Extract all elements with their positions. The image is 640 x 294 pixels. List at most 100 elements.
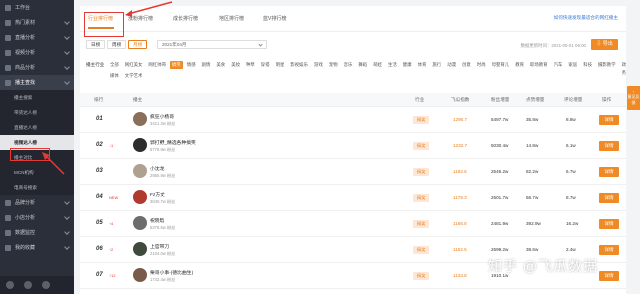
avatar[interactable] — [133, 242, 147, 256]
sidebar-item-extra-0[interactable]: 品牌分析 — [0, 195, 74, 210]
sidebar-item-3[interactable]: 视频分析 — [0, 45, 74, 60]
filter-chip[interactable]: 动漫 — [445, 61, 458, 69]
comments-inc-value: 6.7w — [566, 169, 576, 174]
date-select[interactable]: 2021年04月 — [157, 40, 267, 49]
feedback-tab[interactable]: ‹ 意见反馈 — [627, 86, 640, 110]
tab-industry-ranking[interactable]: 行业排行榜 — [88, 15, 113, 22]
filter-chip[interactable]: 健康 — [401, 61, 414, 69]
filter-chip[interactable]: 家居 — [566, 61, 579, 69]
col-likes-inc[interactable]: 点赞增量 — [526, 97, 544, 103]
detail-button[interactable]: 详情 — [599, 219, 619, 229]
filter-chip[interactable]: 摄影教学 — [596, 61, 618, 69]
filter-chip[interactable]: 美食 — [214, 61, 227, 69]
filter-chip[interactable]: 文学艺术 — [123, 72, 145, 80]
sidebar-item-0[interactable]: 工作台 — [0, 0, 74, 15]
sidebar-highlight-box — [10, 148, 50, 161]
sidebar-subitem-0[interactable]: 播主搜索 — [0, 90, 74, 105]
filter-chip[interactable]: 职场教育 — [528, 61, 550, 69]
fans-inc-value: 2699.2w — [491, 247, 509, 252]
avatar[interactable] — [133, 112, 147, 126]
filter-chip[interactable]: 生活 — [386, 61, 399, 69]
sidebar-item-label: 我的收藏 — [15, 245, 36, 251]
sidebar-item-2[interactable]: 直播分析 — [0, 30, 74, 45]
filter-chip[interactable]: 明星 — [274, 61, 287, 69]
user-icon[interactable] — [42, 281, 50, 289]
tab-blue-v-ranking[interactable]: 蓝V排行榜 — [263, 15, 286, 22]
filter-chip[interactable]: 音乐 — [342, 61, 355, 69]
chat-icon[interactable] — [24, 281, 32, 289]
detail-button[interactable]: 详情 — [599, 115, 619, 125]
detail-button[interactable]: 详情 — [599, 141, 619, 151]
chevron-down-icon — [64, 79, 70, 85]
filter-chip[interactable]: 舞蹈 — [356, 61, 369, 69]
detail-button[interactable]: 详情 — [599, 271, 619, 281]
sidebar-subitem-1[interactable]: 带货达人榜 — [0, 105, 74, 120]
streamer-name[interactable]: 小沈龙 — [150, 165, 164, 172]
weekly-button[interactable]: 周榜 — [107, 40, 127, 49]
filter-chip[interactable]: 旅行 — [430, 61, 443, 69]
filter-chip[interactable]: 网红帅哥 — [146, 61, 168, 69]
streamer-name[interactable]: 栗哥小事-(德比曲生) — [150, 269, 193, 276]
detail-button[interactable]: 详情 — [599, 193, 619, 203]
filter-chip[interactable]: 网红美女 — [123, 61, 145, 69]
col-industry: 行业 — [415, 97, 425, 102]
avatar[interactable] — [133, 216, 147, 230]
filter-chip[interactable]: 搞笑 — [170, 61, 183, 69]
avatar[interactable] — [133, 164, 147, 178]
streamer-name[interactable]: 祝晓晗 — [150, 217, 164, 224]
sidebar-item-5[interactable]: 播主查找 — [0, 75, 74, 90]
settings-icon[interactable] — [6, 281, 14, 289]
streamer-name[interactable]: 疯狂小杨哥 — [150, 113, 174, 120]
monthly-button[interactable]: 月榜 — [128, 40, 148, 49]
filter-chip[interactable]: 影视娱乐 — [288, 61, 310, 69]
filter-chip[interactable]: 情感 — [185, 61, 198, 69]
export-button[interactable]: ⇩ 导出 — [591, 39, 618, 50]
filter-chip[interactable]: 创意 — [460, 61, 473, 69]
filter-chip[interactable]: 时尚 — [475, 61, 488, 69]
filter-chip[interactable]: 教育 — [513, 61, 526, 69]
streamer-name[interactable]: 上官带刀 — [150, 243, 169, 250]
filter-chip[interactable]: 宠物 — [327, 61, 340, 69]
rank-change: ↑12 — [109, 273, 116, 278]
sidebar-subitem-6[interactable]: 电商号搜索 — [0, 180, 74, 195]
filter-chip[interactable]: 种草 — [244, 61, 257, 69]
sidebar-item-label: 直播分析 — [15, 35, 36, 41]
tab-region-ranking[interactable]: 地区排行榜 — [219, 15, 244, 22]
rank-number: 06 — [96, 246, 103, 252]
sidebar-item-extra-2[interactable]: 数据监控 — [0, 225, 74, 240]
col-score[interactable]: 飞瓜指数 — [451, 97, 469, 103]
filter-chip[interactable]: 游戏 — [312, 61, 325, 69]
streamer-name[interactable]: Fz方丈 — [150, 191, 165, 198]
filter-chip[interactable]: 母婴育儿 — [490, 61, 512, 69]
streamer-name[interactable]: 郭打野_精选各种搞笑 — [150, 139, 196, 146]
sidebar-item-4[interactable]: 商品分析 — [0, 60, 74, 75]
sidebar-subitem-2[interactable]: 直播达人榜 — [0, 120, 74, 135]
filter-chip[interactable]: 汽车 — [552, 61, 565, 69]
avatar[interactable] — [133, 190, 147, 204]
sidebar-item-label: 商品分析 — [15, 65, 36, 71]
avatar[interactable] — [133, 138, 147, 152]
filter-chip[interactable]: 全部 — [108, 61, 121, 69]
filter-chip[interactable]: 科技 — [581, 61, 594, 69]
col-comments-inc[interactable]: 评论增量 — [564, 97, 582, 103]
filter-chip[interactable]: 政务 — [620, 61, 628, 75]
filter-chip[interactable]: 穿搭 — [259, 61, 272, 69]
fans-count: 5376.5w 粉丝 — [150, 225, 176, 230]
filter-chip[interactable]: 美妆 — [229, 61, 242, 69]
filter-chip[interactable]: 体育 — [416, 61, 429, 69]
filter-chip[interactable]: 媒体 — [108, 72, 121, 80]
help-link[interactable]: 如何快速发现最适合的网红播主 — [554, 15, 618, 21]
detail-button[interactable]: 详情 — [599, 167, 619, 177]
detail-button[interactable]: 详情 — [599, 245, 619, 255]
fans-inc-value: 5497.7w — [491, 117, 509, 122]
col-fans-inc[interactable]: 粉丝增量 — [491, 97, 509, 103]
sidebar-item-1[interactable]: 热门素材 — [0, 15, 74, 30]
filter-chip[interactable]: 剧情 — [200, 61, 213, 69]
sidebar-item-extra-1[interactable]: 小店分析 — [0, 210, 74, 225]
filter-chip[interactable]: 萌娃 — [371, 61, 384, 69]
chevron-down-icon — [64, 214, 70, 220]
daily-button[interactable]: 日榜 — [86, 40, 106, 49]
avatar[interactable] — [133, 268, 147, 282]
sidebar-item-extra-3[interactable]: 我的收藏 — [0, 240, 74, 255]
menu-icon — [5, 64, 11, 71]
